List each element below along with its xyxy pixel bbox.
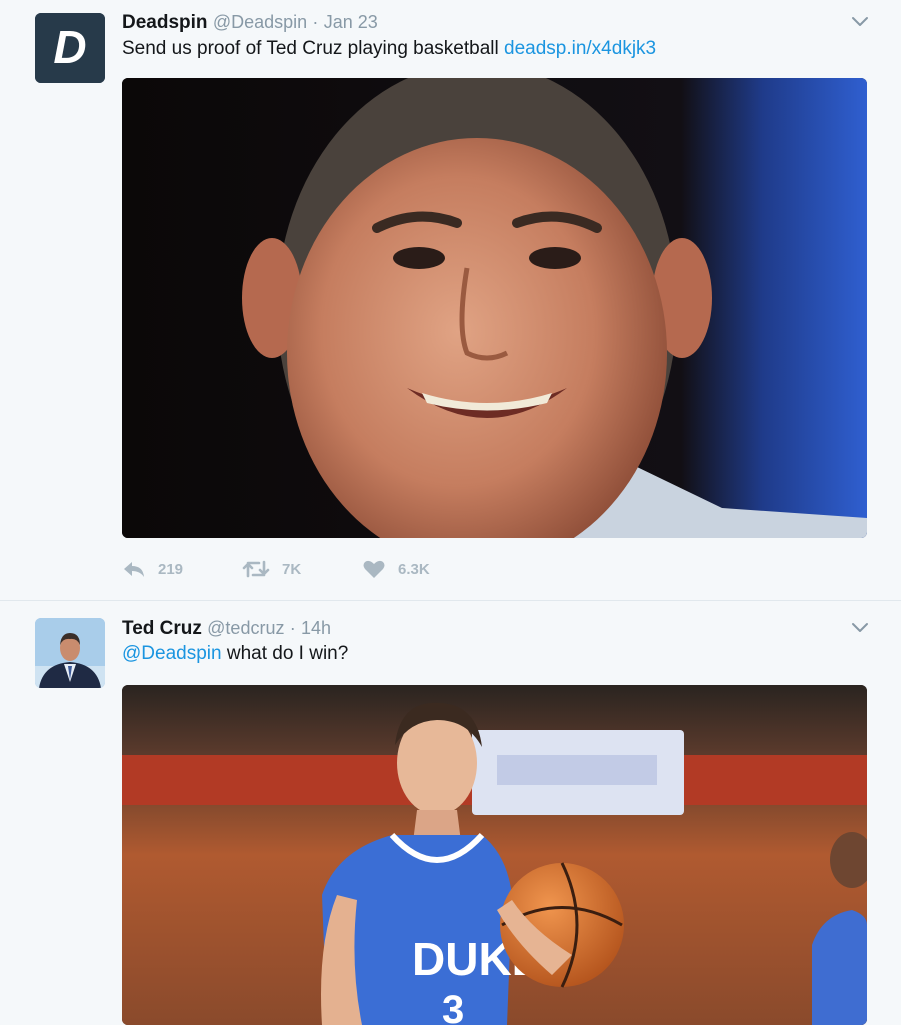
tweet-body: what do I win? xyxy=(226,643,349,664)
tweet-header: Deadspin @Deadspin · Jan 23 xyxy=(122,11,378,34)
display-name[interactable]: Deadspin xyxy=(122,12,208,33)
deadspin-logo-icon: D xyxy=(35,13,105,83)
jersey-number: 3 xyxy=(442,988,464,1025)
chevron-down-icon xyxy=(852,623,868,632)
photo-of-smiling-man xyxy=(122,78,867,538)
tweet-photo[interactable] xyxy=(122,78,867,538)
chevron-down-icon xyxy=(852,17,868,26)
display-name[interactable]: Ted Cruz xyxy=(122,618,202,639)
separator-dot: · xyxy=(289,618,296,638)
timestamp[interactable]: 14h xyxy=(301,618,331,638)
more-options-button[interactable] xyxy=(849,616,871,638)
deadspin-avatar[interactable]: D xyxy=(35,13,105,83)
more-options-button[interactable] xyxy=(849,10,871,32)
tweet-link[interactable]: deadsp.in/x4dkjk3 xyxy=(504,38,656,59)
username[interactable]: @Deadspin xyxy=(213,12,307,32)
reply-count: 219 xyxy=(158,560,184,578)
reply-button[interactable]: 219 xyxy=(122,557,183,581)
mention-link[interactable]: @Deadspin xyxy=(122,643,222,664)
heart-icon xyxy=(363,560,385,578)
photo-of-basketball-player: DUKE 3 xyxy=(122,685,867,1025)
username[interactable]: @tedcruz xyxy=(207,618,284,638)
avatar-logo-letter: D xyxy=(53,21,86,73)
tweet-deadspin[interactable]: D Deadspin @Deadspin · Jan 23 Send us pr… xyxy=(0,0,901,600)
retweet-button[interactable]: 7K xyxy=(242,557,301,581)
profile-photo xyxy=(35,618,105,688)
like-button[interactable]: 6.3K xyxy=(362,557,430,581)
retweet-count: 7K xyxy=(282,560,302,578)
tweet-tedcruz[interactable]: Ted Cruz @tedcruz · 14h @Deadspin what d… xyxy=(0,600,901,1025)
reply-icon xyxy=(124,562,144,577)
timestamp[interactable]: Jan 23 xyxy=(324,12,378,32)
like-count: 6.3K xyxy=(398,560,430,578)
tweet-photo[interactable]: DUKE 3 xyxy=(122,685,867,1025)
tedcruz-avatar[interactable] xyxy=(35,618,105,688)
tweet-text: @Deadspin what do I win? xyxy=(122,642,348,666)
separator-dot: · xyxy=(312,12,319,32)
retweet-icon xyxy=(242,560,270,578)
tweet-text: Send us proof of Ted Cruz playing basket… xyxy=(122,37,656,61)
tweet-body: Send us proof of Ted Cruz playing basket… xyxy=(122,38,499,59)
tweet-header: Ted Cruz @tedcruz · 14h xyxy=(122,617,331,640)
